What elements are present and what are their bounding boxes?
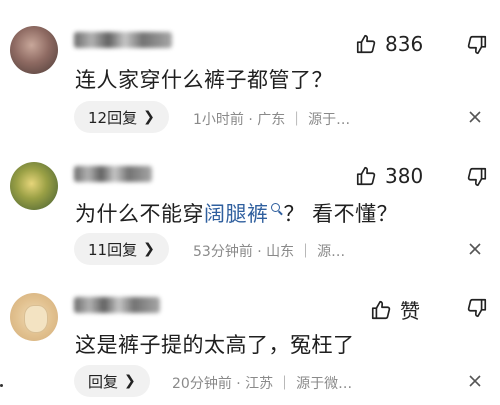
thumbs-down-icon[interactable] <box>466 166 488 188</box>
comment-text-after: ？ 看不懂？ <box>283 202 399 226</box>
reply-label: 回复 <box>88 372 119 391</box>
like-button[interactable]: 836 <box>355 32 423 56</box>
comment-text-before: 为什么不能穿 <box>75 202 204 226</box>
search-link[interactable]: 阔腿裤 <box>204 202 269 226</box>
thumbs-up-icon <box>356 166 376 186</box>
avatar[interactable] <box>10 162 58 210</box>
like-button[interactable]: 380 <box>355 164 423 188</box>
thumbs-up-icon <box>356 34 376 54</box>
comment-meta: 20分钟前 · 江苏 ｜ 源于微… <box>172 376 353 392</box>
close-icon[interactable] <box>465 371 485 391</box>
username-blurred[interactable] <box>74 166 152 182</box>
thumbs-up-icon <box>371 300 391 319</box>
like-count: 836 <box>385 32 424 56</box>
divider-dot <box>0 384 3 387</box>
avatar[interactable] <box>10 26 58 74</box>
close-icon[interactable] <box>465 107 485 127</box>
reply-label: 12回复 <box>88 108 138 127</box>
like-count: 380 <box>385 164 424 188</box>
search-icon <box>270 203 280 212</box>
chevron-right-icon: ❯ <box>124 373 136 389</box>
comment-text: 这是裤子提的太高了，冤枉了 <box>75 333 355 357</box>
username-blurred[interactable] <box>74 32 172 48</box>
like-button[interactable]: 赞 <box>370 295 420 324</box>
chevron-right-icon: ❯ <box>143 109 155 125</box>
reply-label: 11回复 <box>88 240 138 259</box>
like-label: 赞 <box>400 299 420 323</box>
comment-text: 连人家穿什么裤子都管了？ <box>75 68 333 92</box>
thumbs-down-icon[interactable] <box>466 297 488 319</box>
chevron-right-icon: ❯ <box>143 241 155 257</box>
thumbs-down-icon[interactable] <box>466 34 488 56</box>
avatar[interactable] <box>10 293 58 341</box>
close-icon[interactable] <box>465 239 485 259</box>
comment-meta: 53分钟前 · 山东 ｜ 源… <box>193 244 346 260</box>
reply-button[interactable]: 11回复 ❯ <box>74 233 169 265</box>
comment-item-3: 赞 这是裤子提的太高了，冤枉了 回复 ❯ 20分钟前 · 江苏 ｜ 源于微… <box>0 275 500 405</box>
comment-meta: 1小时前 · 广东 ｜ 源于… <box>193 112 351 128</box>
comment-item-1: 836 连人家穿什么裤子都管了？ 12回复 ❯ 1小时前 · 广东 ｜ 源于… <box>0 0 500 135</box>
comment-item-2: 380 为什么不能穿阔腿裤 ？ 看不懂？ 11回复 ❯ 53分钟前 · 山东 ｜ … <box>0 140 500 270</box>
reply-button[interactable]: 回复 ❯ <box>74 365 150 397</box>
reply-button[interactable]: 12回复 ❯ <box>74 101 169 133</box>
comment-text: 为什么不能穿阔腿裤 ？ 看不懂？ <box>75 198 398 228</box>
username-blurred[interactable] <box>74 297 160 313</box>
